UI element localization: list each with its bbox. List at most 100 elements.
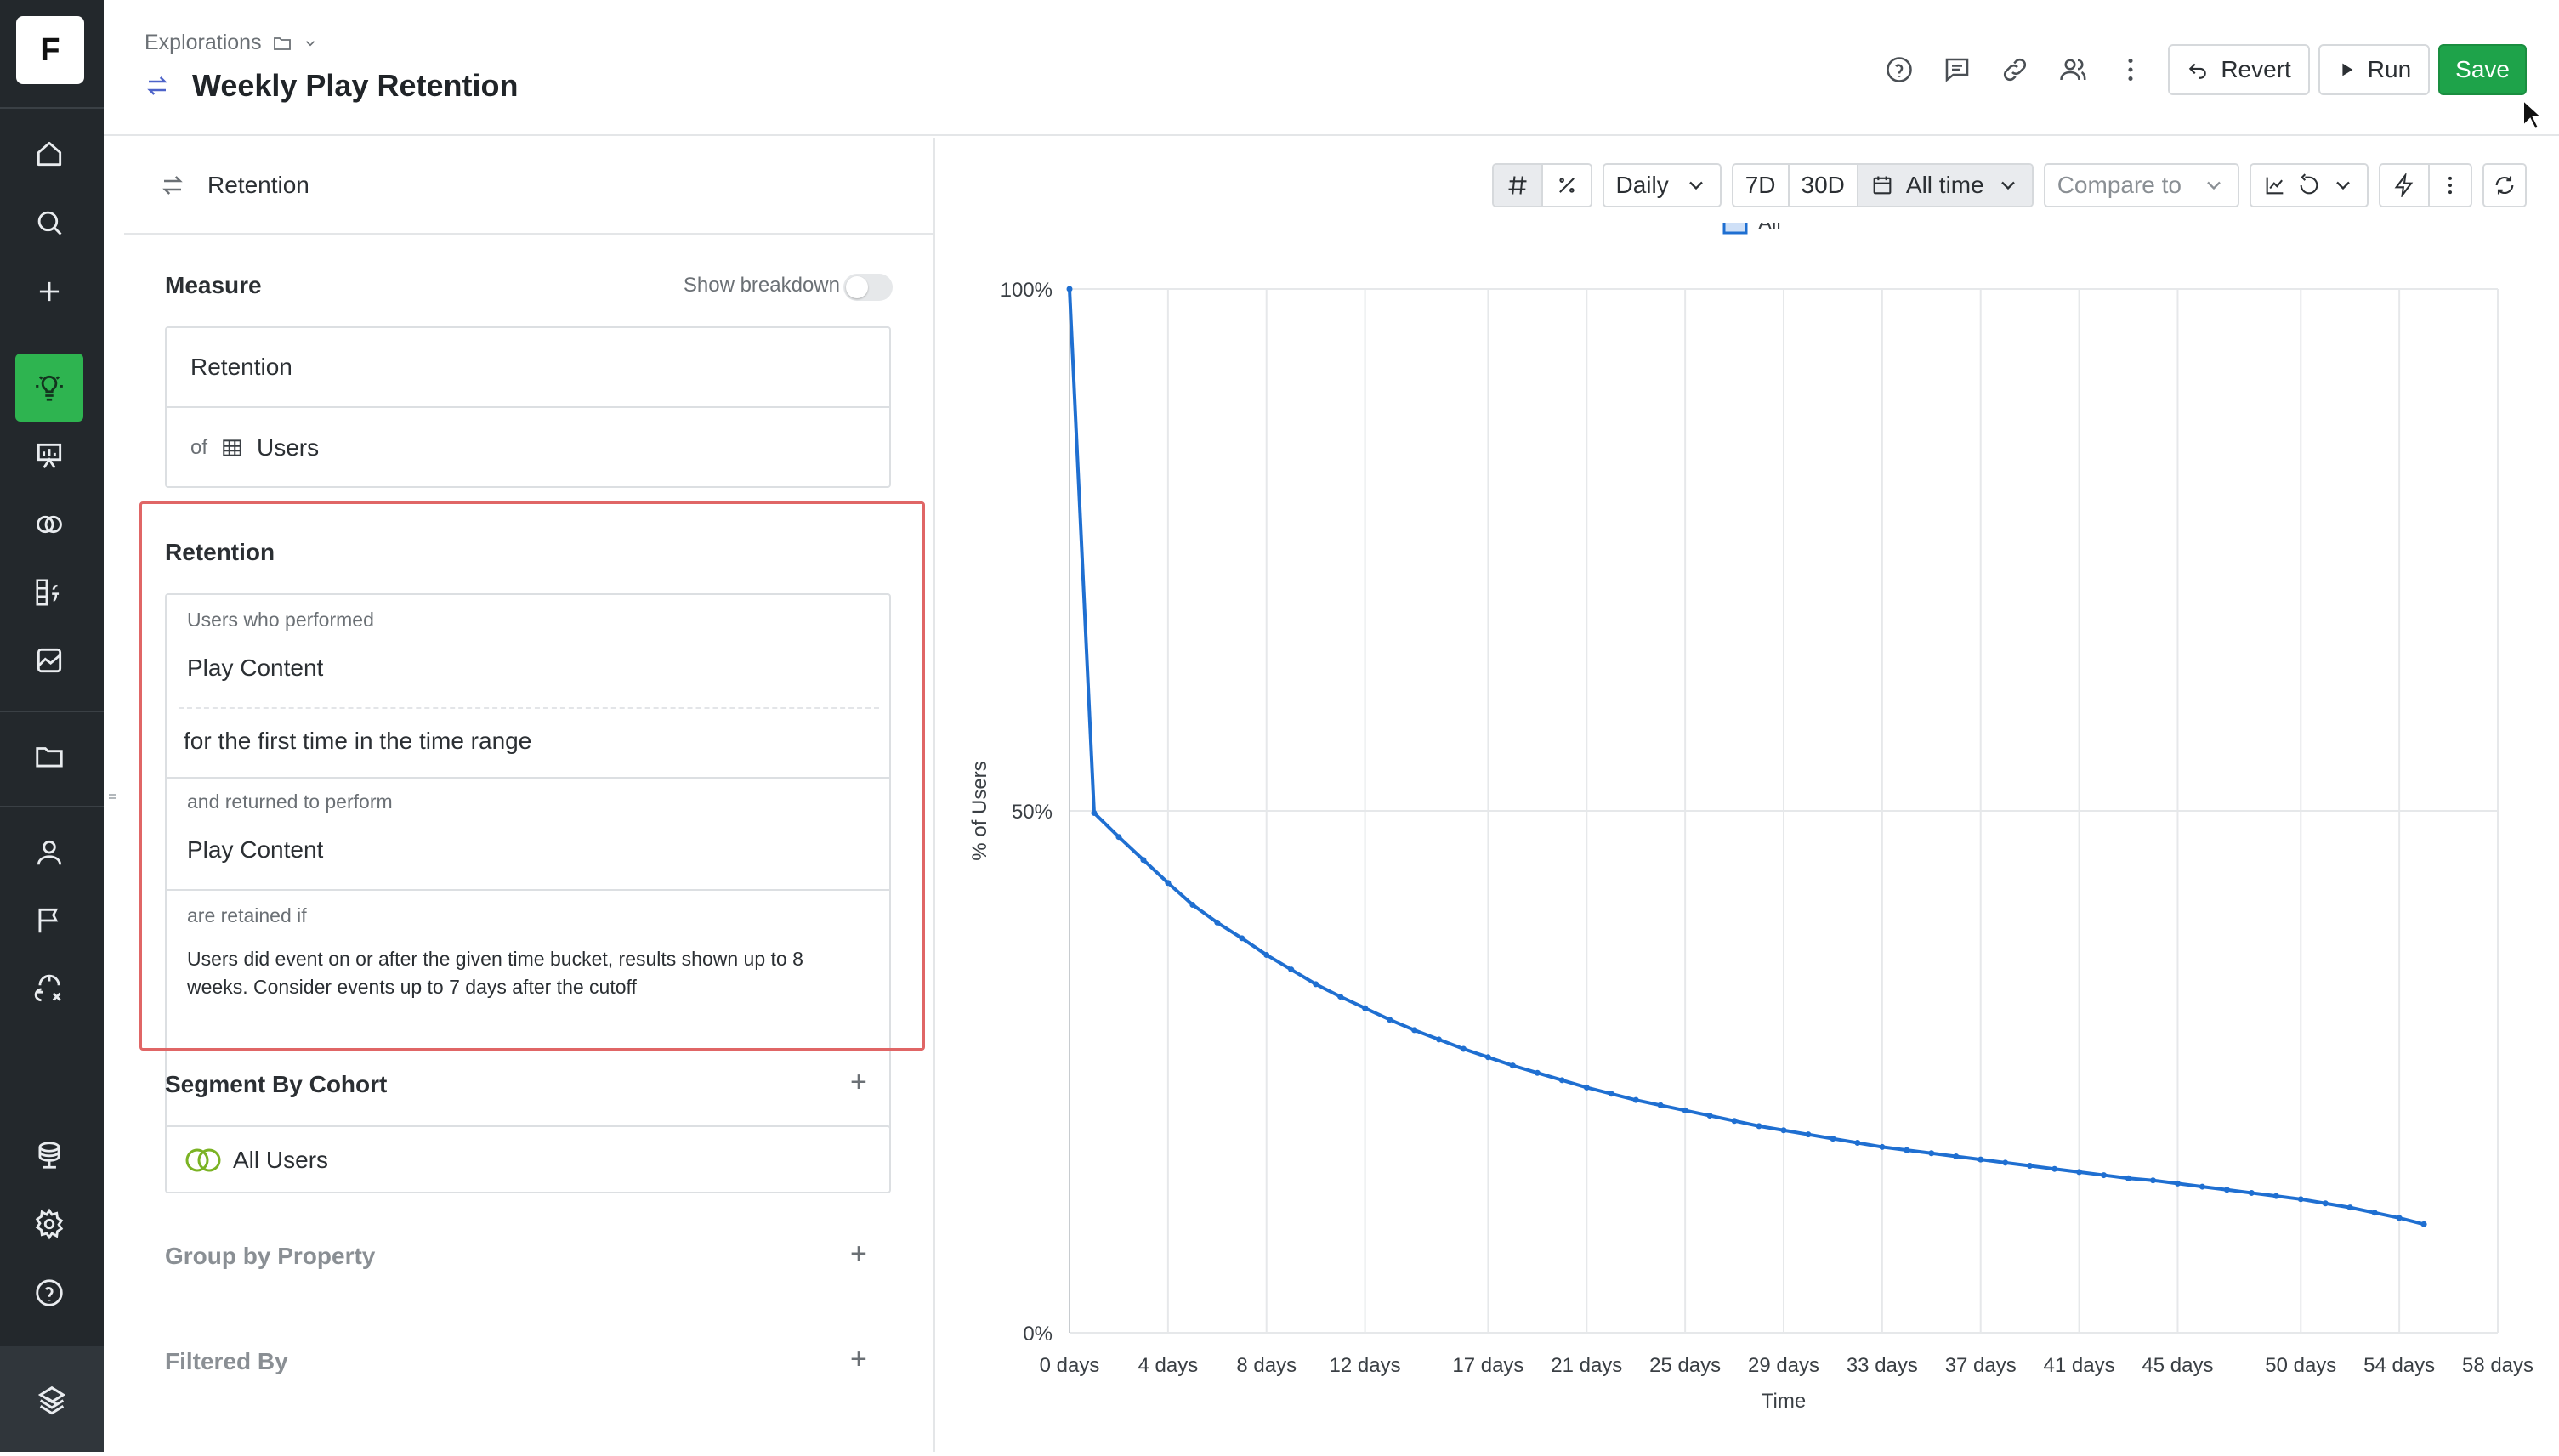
segment-cohort-select[interactable]: All Users xyxy=(165,1125,891,1193)
granularity-select[interactable]: Daily xyxy=(1602,163,1722,207)
data-point[interactable] xyxy=(1558,1077,1565,1084)
data-point[interactable] xyxy=(2420,1221,2427,1227)
data-point[interactable] xyxy=(1337,994,1344,1000)
data-point[interactable] xyxy=(1484,1054,1491,1061)
data-point[interactable] xyxy=(1977,1156,1984,1163)
measure-entity-select[interactable]: of Users xyxy=(167,408,889,488)
flag-icon[interactable] xyxy=(21,892,77,949)
show-breakdown-toggle[interactable] xyxy=(843,274,893,301)
comment-icon[interactable] xyxy=(1928,44,1986,95)
data-point[interactable] xyxy=(1509,1062,1516,1069)
data-point[interactable] xyxy=(1632,1096,1639,1103)
data-point[interactable] xyxy=(2027,1163,2034,1170)
data-point[interactable] xyxy=(1854,1140,1861,1147)
data-point[interactable] xyxy=(1657,1102,1664,1108)
data-point[interactable] xyxy=(2371,1210,2378,1216)
refresh-button[interactable] xyxy=(2484,165,2525,206)
help-icon[interactable] xyxy=(21,1265,77,1321)
more-options-button[interactable] xyxy=(2430,165,2471,206)
data-point[interactable] xyxy=(1066,286,1073,292)
chart-type-button[interactable] xyxy=(2251,165,2292,206)
app-logo[interactable]: F xyxy=(16,16,84,84)
data-point[interactable] xyxy=(1583,1084,1590,1091)
data-point[interactable] xyxy=(1189,902,1196,909)
data-point[interactable] xyxy=(1953,1153,1960,1159)
data-point[interactable] xyxy=(1460,1045,1467,1052)
data-point[interactable] xyxy=(1731,1118,1738,1125)
data-point[interactable] xyxy=(2248,1189,2255,1196)
data-point[interactable] xyxy=(1387,1017,1393,1023)
data-point[interactable] xyxy=(2002,1159,2009,1166)
workspace-switcher[interactable] xyxy=(0,1346,104,1452)
data-point[interactable] xyxy=(2322,1200,2329,1207)
data-point[interactable] xyxy=(1362,1005,1369,1011)
data-point[interactable] xyxy=(2223,1187,2230,1193)
explore-type-selector[interactable]: Retention xyxy=(124,138,933,235)
data-point[interactable] xyxy=(1608,1091,1614,1097)
data-point[interactable] xyxy=(2272,1193,2279,1199)
range-30d-button[interactable]: 30D xyxy=(1789,165,1858,206)
add-segment-icon[interactable]: + xyxy=(850,1066,867,1099)
user-icon[interactable] xyxy=(21,824,77,881)
data-point[interactable] xyxy=(2149,1177,2156,1184)
data-point[interactable] xyxy=(2125,1175,2132,1181)
data-point[interactable] xyxy=(1411,1027,1418,1034)
save-button[interactable]: Save xyxy=(2438,44,2527,95)
help-icon[interactable] xyxy=(1870,44,1928,95)
data-point[interactable] xyxy=(1313,981,1319,988)
add-filter-icon[interactable]: + xyxy=(850,1343,867,1376)
link-icon[interactable] xyxy=(1986,44,2044,95)
data-point[interactable] xyxy=(1288,966,1295,973)
data-point[interactable] xyxy=(1830,1136,1836,1142)
formula-icon[interactable] xyxy=(21,564,77,620)
more-vertical-icon[interactable] xyxy=(2102,44,2159,95)
data-point[interactable] xyxy=(2076,1169,2083,1176)
data-point[interactable] xyxy=(2297,1196,2304,1203)
cohorts-icon[interactable] xyxy=(21,496,77,552)
data-point[interactable] xyxy=(2051,1165,2058,1172)
percent-format-button[interactable] xyxy=(1542,165,1591,206)
share-users-icon[interactable] xyxy=(2044,44,2102,95)
legend-swatch[interactable] xyxy=(1722,209,1748,235)
data-point[interactable] xyxy=(1805,1131,1812,1138)
number-format-button[interactable] xyxy=(1493,165,1543,206)
run-button[interactable]: Run xyxy=(2318,44,2431,95)
data-point[interactable] xyxy=(2101,1172,2108,1179)
data-point[interactable] xyxy=(1682,1107,1688,1113)
data-point[interactable] xyxy=(1534,1069,1541,1076)
plus-icon[interactable] xyxy=(21,263,77,320)
data-point[interactable] xyxy=(1091,809,1098,816)
data-point[interactable] xyxy=(1780,1127,1787,1134)
data-point[interactable] xyxy=(1165,880,1172,887)
panel-resize-handle[interactable] xyxy=(107,789,117,804)
chart-options-dropdown[interactable] xyxy=(2326,165,2367,206)
breadcrumb-label[interactable]: Explorations xyxy=(145,31,262,55)
compare-to-select[interactable]: Compare to xyxy=(2043,163,2239,207)
experiment-icon[interactable] xyxy=(21,961,77,1017)
lightbulb-icon[interactable] xyxy=(15,354,83,422)
data-point[interactable] xyxy=(1115,834,1122,841)
data-point[interactable] xyxy=(2174,1180,2181,1187)
presentation-icon[interactable] xyxy=(21,428,77,484)
chart-image-icon[interactable] xyxy=(21,632,77,688)
range-7d-button[interactable]: 7D xyxy=(1733,165,1790,206)
breadcrumb[interactable]: Explorations xyxy=(145,31,318,55)
data-point[interactable] xyxy=(1706,1113,1713,1119)
database-icon[interactable] xyxy=(21,1127,77,1183)
add-group-by-icon[interactable]: + xyxy=(850,1238,867,1271)
revert-button[interactable]: Revert xyxy=(2168,44,2310,95)
data-point[interactable] xyxy=(1756,1123,1762,1130)
data-point[interactable] xyxy=(1904,1147,1910,1153)
data-point[interactable] xyxy=(2396,1215,2403,1221)
data-point[interactable] xyxy=(1214,919,1221,926)
legend-label[interactable]: All xyxy=(1758,212,1781,235)
data-point[interactable] xyxy=(1435,1036,1442,1043)
data-point[interactable] xyxy=(1879,1143,1886,1150)
settings-icon[interactable] xyxy=(21,1196,77,1252)
measure-metric-select[interactable]: Retention xyxy=(167,328,889,408)
reset-button[interactable] xyxy=(2292,165,2326,206)
data-point[interactable] xyxy=(2346,1204,2353,1211)
chevron-down-icon[interactable] xyxy=(303,36,318,51)
folder-icon[interactable] xyxy=(21,728,77,785)
data-point[interactable] xyxy=(1140,857,1147,864)
